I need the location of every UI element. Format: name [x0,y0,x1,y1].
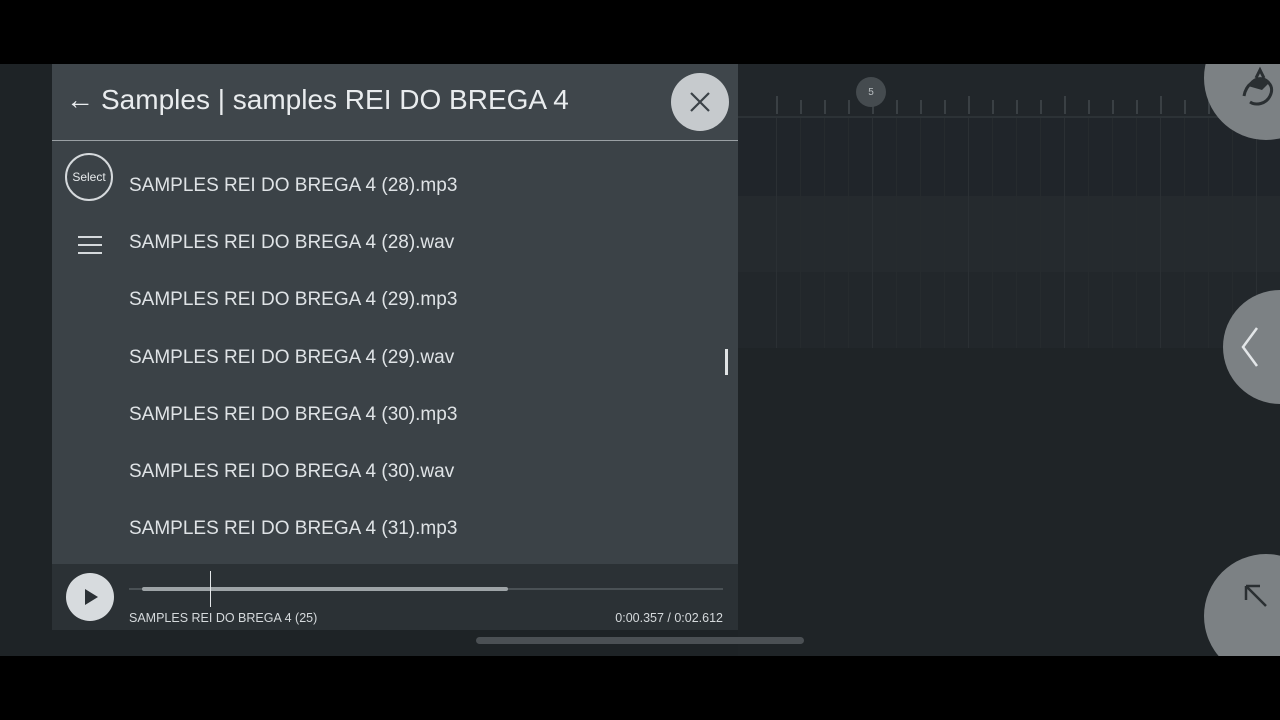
timeline-tick [800,100,802,114]
bar-marker[interactable]: 5 [856,77,886,107]
select-button[interactable]: Select [65,153,113,201]
timeline-tick [992,100,994,114]
now-playing-label: SAMPLES REI DO BREGA 4 (25) [129,611,318,625]
chevron-left-icon [1241,327,1259,367]
home-indicator[interactable] [476,637,804,644]
grid-line [1112,118,1113,348]
timeline-tick [1136,100,1138,114]
timeline-tick [896,100,898,114]
hamburger-menu-icon[interactable] [78,235,102,255]
grid-line [1208,118,1209,348]
time-readout: 0:00.357 / 0:02.612 [615,611,723,625]
fl-studio-logo-button[interactable] [1204,64,1280,140]
expand-button[interactable] [1204,554,1280,656]
scrollbar[interactable] [725,349,728,375]
screen: 5 ← Samples | samples REI DO BREGA 4 Sel… [0,64,1280,656]
playhead[interactable] [210,571,211,607]
back-arrow-icon[interactable]: ← [66,85,94,115]
grid-line [1160,118,1161,348]
browser-panel: ← Samples | samples REI DO BREGA 4 Selec… [52,64,738,630]
file-item[interactable]: SAMPLES REI DO BREGA 4 (30).mp3 [129,385,719,442]
timeline-tick [824,100,826,114]
preview-player: SAMPLES REI DO BREGA 4 (25) 0:00.357 / 0… [52,564,738,630]
file-item[interactable]: SAMPLES REI DO BREGA 4 (28).mp3 [129,156,719,213]
previous-panel-button[interactable] [1223,290,1280,404]
grid-line [992,118,993,348]
file-list: SAMPLES REI DO BREGA 4 (28).mp3 SAMPLES … [129,156,719,556]
grid-line [872,118,873,348]
track-row [738,118,1280,196]
play-icon [85,589,98,605]
grid-line [896,118,897,348]
browser-header: ← Samples | samples REI DO BREGA 4 [52,64,738,141]
timeline-tick [920,100,922,114]
grid-line [944,118,945,348]
file-item[interactable]: SAMPLES REI DO BREGA 4 (28).wav [129,213,719,270]
timeline-ruler[interactable]: 5 [738,64,1280,118]
play-button[interactable] [66,573,114,621]
playlist-area[interactable]: 5 [738,64,1280,656]
timeline-tick [944,100,946,114]
grid-line [968,118,969,348]
file-item[interactable]: SAMPLES REI DO BREGA 4 (29).wav [129,328,719,385]
file-item[interactable]: SAMPLES REI DO BREGA 4 (29).mp3 [129,270,719,327]
progress-buffer [142,587,508,591]
grid-line [1016,118,1017,348]
file-item[interactable]: SAMPLES REI DO BREGA 4 (30).wav [129,442,719,499]
timeline-tick [1184,100,1186,114]
grid-line [800,118,801,348]
timeline-tick [776,96,778,114]
grid-line [848,118,849,348]
grid-line [920,118,921,348]
timeline-tick [1160,96,1162,114]
browser-title: Samples | samples REI DO BREGA 4 [101,84,569,115]
fl-studio-logo-icon [1242,66,1274,106]
close-button[interactable] [671,73,729,131]
timeline-tick [1064,96,1066,114]
timeline-tick [1112,100,1114,114]
timeline-tick [1016,100,1018,114]
timeline-tick [848,100,850,114]
track-area[interactable] [738,118,1280,348]
grid-line [1184,118,1185,348]
grid-line [824,118,825,348]
timeline-tick [1088,100,1090,114]
grid-line [1064,118,1065,348]
timeline-tick [968,96,970,114]
expand-arrow-icon [1244,584,1267,607]
grid-line [1136,118,1137,348]
track-row [738,272,1280,348]
grid-line [1088,118,1089,348]
track-row [738,196,1280,272]
grid-line [776,118,777,348]
progress-bar[interactable] [129,571,723,607]
close-icon [690,92,710,112]
file-item[interactable]: SAMPLES REI DO BREGA 4 (31).mp3 [129,499,719,556]
timeline-tick [1040,100,1042,114]
grid-line [1040,118,1041,348]
